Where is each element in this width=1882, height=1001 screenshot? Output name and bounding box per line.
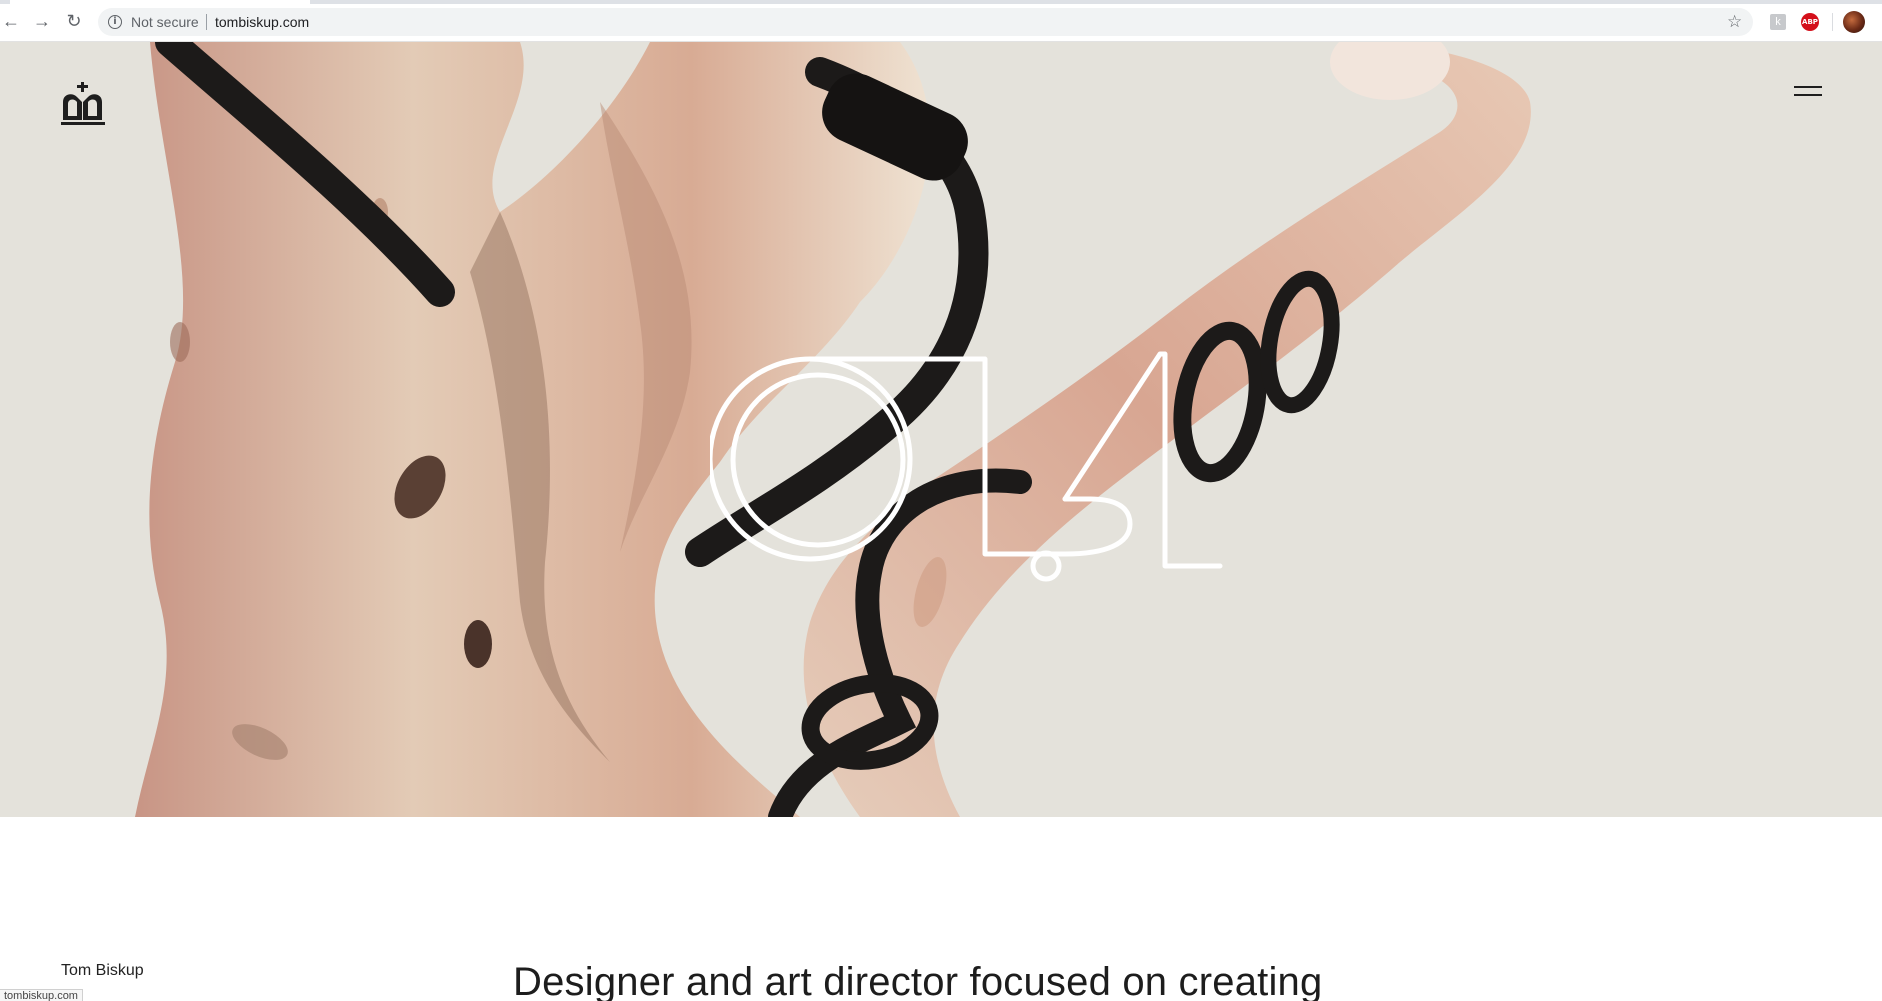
url-text[interactable]: tombiskup.com <box>215 14 309 30</box>
security-label[interactable]: Not secure <box>131 14 199 30</box>
browser-toolbar: ← → ↻ i Not secure tombiskup.com ☆ k ABP <box>0 0 1882 42</box>
active-tab[interactable] <box>10 0 310 4</box>
crown-monogram-icon[interactable] <box>60 80 108 128</box>
hero-banner <box>0 42 1882 817</box>
hamburger-menu-icon[interactable] <box>1794 82 1822 102</box>
author-name[interactable]: Tom Biskup <box>61 962 144 980</box>
menu-line-bottom <box>1794 94 1822 96</box>
page-tagline: Designer and art director focused on cre… <box>513 960 1323 1001</box>
profile-avatar-icon[interactable] <box>1843 11 1865 33</box>
menu-line-top <box>1794 86 1822 88</box>
status-bar-url: tombiskup.com <box>0 989 83 1001</box>
forward-arrow-icon[interactable]: → <box>31 10 53 32</box>
info-icon[interactable]: i <box>108 15 122 29</box>
adblock-label: ABP <box>1802 18 1818 26</box>
toolbar-divider <box>1832 13 1833 31</box>
adblock-icon[interactable]: ABP <box>1801 13 1819 31</box>
star-icon[interactable]: ☆ <box>1727 12 1742 32</box>
oval-line-logo-icon <box>710 351 1223 582</box>
reload-icon[interactable]: ↻ <box>63 10 85 32</box>
omnibox-divider <box>206 14 207 30</box>
back-arrow-icon[interactable]: ← <box>0 10 22 32</box>
address-bar[interactable] <box>98 8 1753 36</box>
extension-icon[interactable]: k <box>1770 14 1786 30</box>
